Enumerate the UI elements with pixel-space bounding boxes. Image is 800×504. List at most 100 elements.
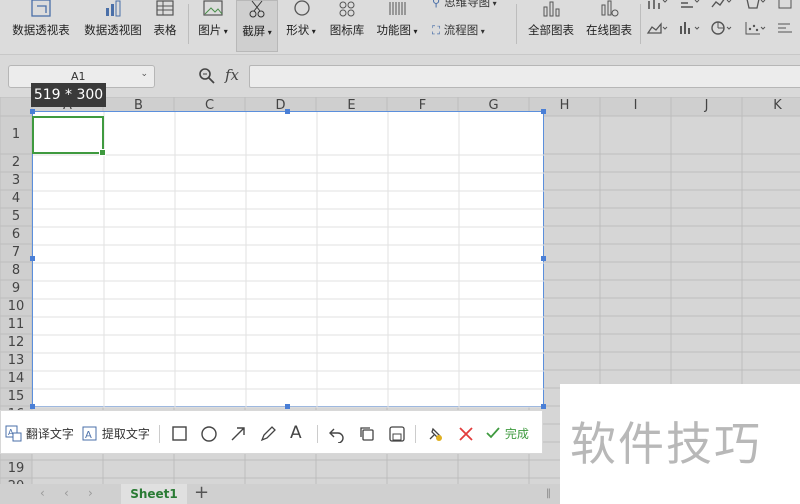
flow-chart-button[interactable]: ⛶ 流程图 ▾: [432, 22, 485, 38]
all-charts-button[interactable]: 全部图表: [524, 0, 578, 52]
close-icon[interactable]: [457, 425, 475, 443]
column-chart-icon[interactable]: [646, 0, 668, 11]
extract-text-icon: A: [82, 426, 97, 441]
fill-handle[interactable]: [99, 149, 106, 156]
row-header-2[interactable]: 2: [0, 155, 32, 170]
shape-button[interactable]: 形状 ▾: [282, 0, 320, 52]
column-header-j[interactable]: J: [671, 98, 742, 113]
done-button[interactable]: 完成: [485, 424, 529, 444]
row-header-12[interactable]: 12: [0, 335, 32, 350]
mind-map-button[interactable]: ⚲ 思维导图 ▾: [432, 0, 497, 10]
resize-handle[interactable]: [541, 109, 546, 114]
row-header-19[interactable]: 19: [0, 461, 32, 476]
shape-label: 形状 ▾: [286, 23, 316, 37]
watermark-text: 软件技巧: [570, 417, 762, 471]
arrow-icon[interactable]: [229, 425, 247, 443]
text-tool-icon[interactable]: A: [290, 423, 302, 443]
table-icon: [156, 0, 174, 16]
row-header-11[interactable]: 11: [0, 317, 32, 332]
watermark-panel: 软件技巧: [560, 384, 800, 504]
pin-icon[interactable]: [426, 425, 444, 443]
save-icon[interactable]: [388, 425, 406, 443]
pivot-table-label: 数据透视表: [12, 23, 70, 37]
sheet-tab[interactable]: Sheet1: [121, 484, 187, 504]
scatter-chart-icon[interactable]: [744, 20, 766, 36]
pivot-table-icon: [31, 0, 51, 17]
line-chart-icon[interactable]: [710, 0, 732, 11]
row-header-3[interactable]: 3: [0, 173, 32, 188]
more-chart-icon[interactable]: [776, 0, 798, 11]
resize-handle[interactable]: [541, 256, 546, 261]
pivot-chart-button[interactable]: 数据透视图: [80, 0, 146, 52]
extract-text-label: 提取文字: [101, 427, 150, 441]
rectangle-icon[interactable]: [171, 425, 189, 443]
table-label: 表格: [153, 23, 177, 37]
fx-label[interactable]: fx: [225, 66, 239, 84]
online-charts-label: 在线图表: [586, 23, 632, 37]
resize-handle[interactable]: [541, 404, 546, 409]
online-charts-button[interactable]: 在线图表: [582, 0, 636, 52]
zoom-search-icon[interactable]: [198, 67, 216, 85]
active-cell[interactable]: [32, 116, 106, 156]
row-header-14[interactable]: 14: [0, 371, 32, 386]
translate-text-button[interactable]: A 翻译文字: [5, 424, 74, 444]
pivot-table-button[interactable]: 数据透视表: [8, 0, 74, 52]
row-header-4[interactable]: 4: [0, 191, 32, 206]
resize-handle[interactable]: [285, 404, 290, 409]
radar-chart-icon[interactable]: [776, 20, 798, 36]
row-header-6[interactable]: 6: [0, 227, 32, 242]
row-header-10[interactable]: 10: [0, 299, 32, 314]
formula-input[interactable]: [249, 65, 800, 88]
icon-library-button[interactable]: 图标库: [326, 0, 368, 52]
translate-icon: A: [5, 425, 22, 442]
row-header-8[interactable]: 8: [0, 263, 32, 278]
picture-label: 图片 ▾: [198, 23, 228, 37]
mind-map-label: 思维导图: [444, 0, 491, 9]
row-header-7[interactable]: 7: [0, 245, 32, 260]
scroll-next-icon[interactable]: ›: [88, 486, 93, 500]
picture-button[interactable]: 图片 ▾: [194, 0, 232, 52]
extract-text-button[interactable]: A 提取文字: [81, 424, 150, 444]
bar-chart-icon: [543, 1, 560, 17]
area-chart-icon[interactable]: [646, 20, 668, 36]
row-header-1[interactable]: 1: [0, 127, 32, 142]
basket-chart-icon[interactable]: [744, 0, 766, 11]
pencil-icon[interactable]: [259, 425, 277, 443]
row-header-15[interactable]: 15: [0, 389, 32, 404]
scroll-prev-icon[interactable]: ‹: [64, 486, 69, 500]
resize-handle[interactable]: [30, 256, 35, 261]
undo-icon[interactable]: [328, 425, 346, 443]
flow-chart-icon: ⛶: [432, 23, 444, 37]
name-box-value: A1: [71, 70, 86, 83]
ellipse-icon[interactable]: [200, 425, 218, 443]
capture-size-label: 519 * 300: [31, 83, 106, 107]
resize-handle[interactable]: [285, 109, 290, 114]
shape-icon: [294, 0, 310, 16]
row-header-9[interactable]: 9: [0, 281, 32, 296]
capture-selection[interactable]: [32, 111, 545, 408]
bar-horizontal-chart-icon[interactable]: [678, 0, 700, 11]
pie-chart-icon[interactable]: [710, 20, 732, 36]
copy-icon[interactable]: [358, 425, 376, 443]
online-chart-icon: [601, 0, 619, 17]
function-chart-button[interactable]: 功能图 ▾: [372, 0, 422, 52]
table-button[interactable]: 表格: [148, 0, 182, 52]
row-header-13[interactable]: 13: [0, 353, 32, 368]
scroll-first-icon[interactable]: ‹: [40, 486, 45, 500]
stacked-chart-icon[interactable]: [678, 20, 700, 36]
pivot-chart-icon: [106, 0, 121, 17]
pivot-chart-label: 数据透视图: [84, 23, 142, 37]
resize-handle[interactable]: [30, 109, 35, 114]
translate-text-label: 翻译文字: [25, 427, 74, 441]
toolbar-divider: [415, 425, 416, 443]
resize-handle[interactable]: [30, 404, 35, 409]
function-chart-label: 功能图 ▾: [376, 23, 418, 37]
column-header-i[interactable]: I: [600, 98, 671, 113]
chevron-down-icon[interactable]: ⌄: [140, 69, 148, 79]
add-sheet-button[interactable]: +: [194, 482, 209, 503]
column-header-k[interactable]: K: [742, 98, 800, 113]
screenshot-button[interactable]: 截屏 ▾: [236, 0, 278, 52]
row-header-5[interactable]: 5: [0, 209, 32, 224]
mind-map-icon: ⚲: [432, 0, 445, 9]
scroll-grip-icon[interactable]: ‖: [546, 488, 551, 499]
